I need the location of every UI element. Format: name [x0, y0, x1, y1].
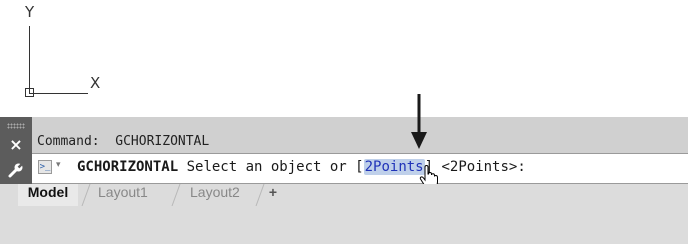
tab-layout1[interactable]: Layout1 [88, 184, 158, 206]
ucs-x-label: X [90, 74, 101, 92]
command-prompt-text: GCHORIZONTAL Select an object or [2Point… [77, 159, 526, 175]
close-icon[interactable]: × [0, 136, 32, 154]
layout-tabs-bar: Model Layout1 Layout2 + [0, 184, 688, 244]
command-history: Command: GCHORIZONTAL [0, 117, 688, 153]
tab-model[interactable]: Model [18, 184, 78, 206]
history-command: GCHORIZONTAL [115, 134, 210, 149]
add-layout-button[interactable]: + [264, 184, 282, 206]
chevron-down-icon[interactable]: ▾ [56, 160, 61, 170]
prompt-text-after: ] <2Points>: [424, 159, 526, 175]
ucs-icon [0, 0, 120, 100]
tab-layout2[interactable]: Layout2 [180, 184, 250, 206]
annotation-arrow-icon [411, 94, 427, 150]
ucs-y-label: Y [25, 3, 35, 21]
command-prompt-icon[interactable]: >_ [38, 160, 52, 174]
command-window-sidebar: × [0, 135, 32, 184]
drawing-viewport[interactable]: Y X [0, 0, 688, 115]
option-2points[interactable]: 2Points [363, 159, 425, 175]
grip-dots-icon [7, 123, 25, 129]
history-prefix: Command: [37, 134, 100, 149]
command-history-text: Command: GCHORIZONTAL [37, 134, 209, 149]
command-name: GCHORIZONTAL [77, 159, 179, 175]
wrench-icon[interactable] [7, 161, 25, 179]
command-line[interactable]: >_ ▾ GCHORIZONTAL Select an object or [2… [0, 153, 688, 184]
prompt-text-before: Select an object or [ [186, 159, 364, 175]
